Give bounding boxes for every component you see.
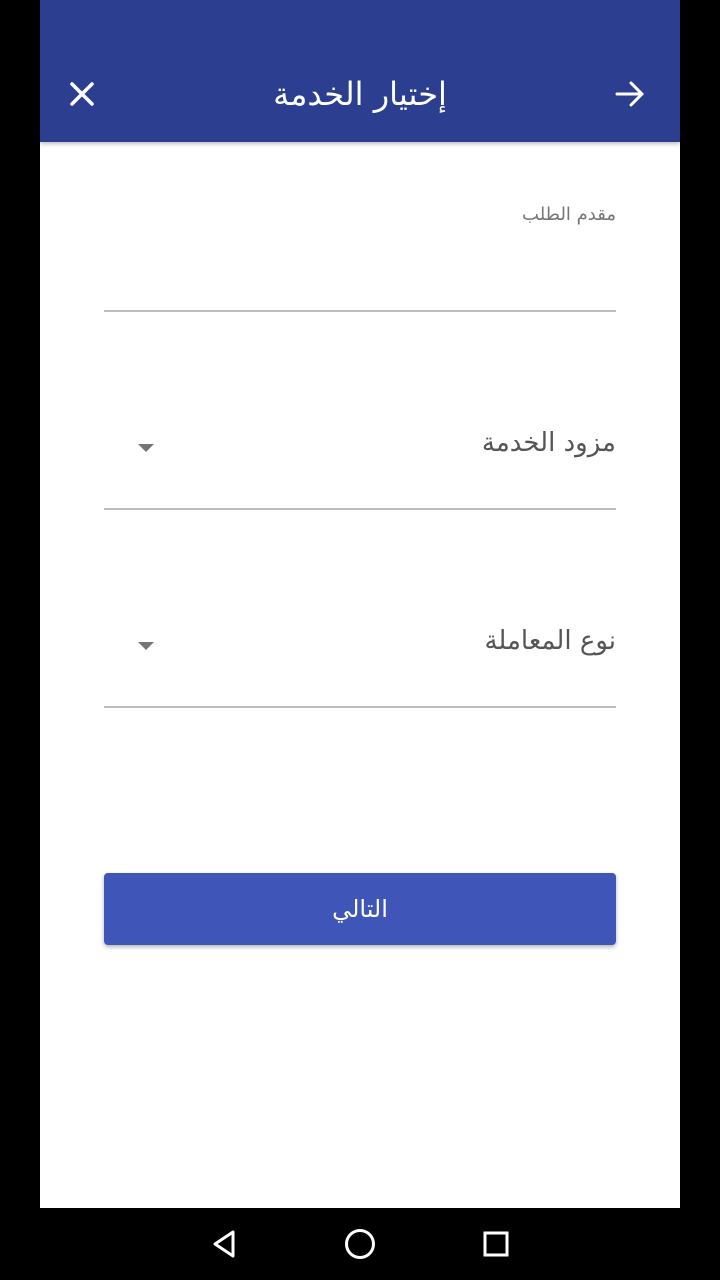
- provider-label: مزود الخدمة: [481, 428, 616, 458]
- system-nav-bar: [0, 1208, 720, 1280]
- page-title: إختيار الخدمة: [273, 75, 447, 113]
- app-screen: إختيار الخدمة مقدم الطلب مزود الخدمة نوع…: [40, 0, 680, 1208]
- applicant-label: مقدم الطلب: [522, 204, 616, 225]
- provider-dropdown[interactable]: مزود الخدمة: [104, 402, 616, 510]
- triangle-back-icon: [213, 1230, 235, 1258]
- back-button[interactable]: [606, 70, 654, 118]
- transaction-type-dropdown[interactable]: نوع المعاملة: [104, 600, 616, 708]
- square-recent-icon: [483, 1231, 509, 1257]
- circle-home-icon: [345, 1229, 375, 1259]
- system-home-button[interactable]: [340, 1224, 380, 1264]
- arrow-right-icon: [615, 81, 644, 107]
- system-recent-button[interactable]: [476, 1224, 516, 1264]
- system-back-button[interactable]: [204, 1224, 244, 1264]
- app-bar: إختيار الخدمة: [40, 0, 680, 142]
- transaction-type-label: نوع المعاملة: [484, 626, 616, 656]
- applicant-field[interactable]: مقدم الطلب: [104, 202, 616, 312]
- chevron-down-icon: [138, 444, 154, 452]
- next-button[interactable]: التالي: [104, 873, 616, 945]
- chevron-down-icon: [138, 642, 154, 650]
